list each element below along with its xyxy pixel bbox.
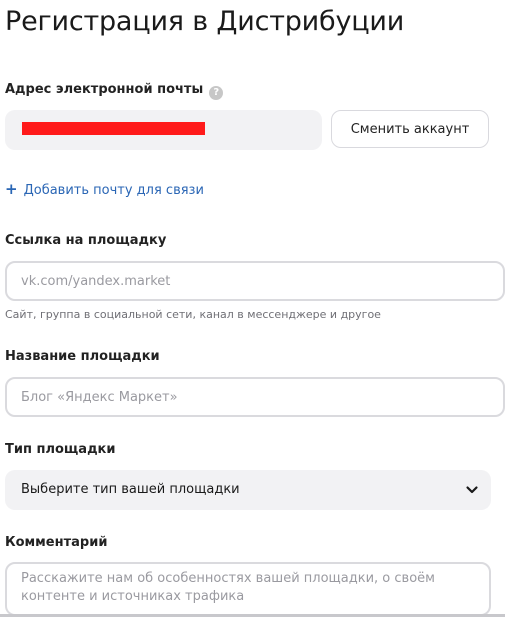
site-link-input[interactable] xyxy=(5,261,505,301)
site-type-selected: Выберите тип вашей площадки xyxy=(21,482,240,497)
add-contact-email-label: Добавить почту для связи xyxy=(23,183,204,198)
site-link-hint: Сайт, группа в социальной сети, канал в … xyxy=(5,308,381,321)
site-name-input[interactable] xyxy=(5,377,505,417)
site-name-label: Название площадки xyxy=(5,349,160,364)
comment-label: Комментарий xyxy=(5,535,108,550)
site-type-label: Тип площадки xyxy=(5,442,116,457)
email-field xyxy=(5,110,322,150)
add-contact-email-link[interactable]: + Добавить почту для связи xyxy=(5,180,204,200)
question-circle-icon[interactable]: ? xyxy=(209,86,224,100)
email-label: Адрес электронной почты xyxy=(5,82,204,97)
comment-textarea[interactable] xyxy=(5,562,491,616)
redacted-email xyxy=(22,122,205,135)
plus-icon: + xyxy=(5,180,18,198)
switch-account-button[interactable]: Сменить аккаунт xyxy=(331,110,489,148)
page-title: Регистрация в Дистрибуции xyxy=(5,6,405,37)
site-type-select[interactable]: Выберите тип вашей площадки xyxy=(5,470,491,510)
email-label-row: Адрес электронной почты? xyxy=(5,81,224,100)
chevron-down-icon xyxy=(466,486,478,494)
site-link-label: Ссылка на площадку xyxy=(5,233,167,248)
